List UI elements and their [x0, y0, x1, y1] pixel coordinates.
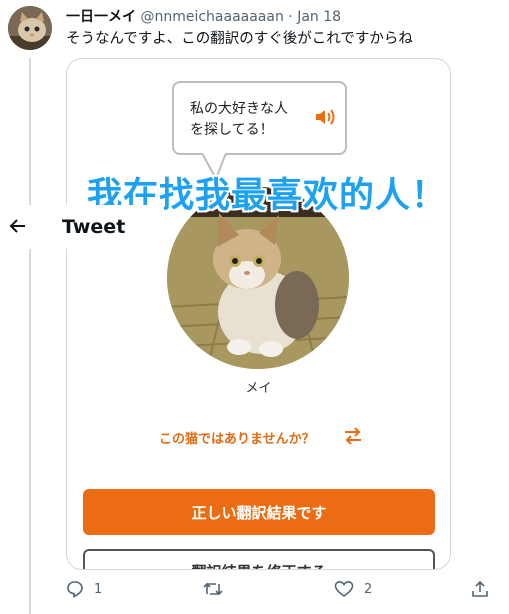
- speech-line-1: 私の大好きな人: [190, 101, 288, 117]
- tweet-text: そうなんですよ、この翻訳のすぐ後がこれですからね: [66, 31, 413, 47]
- reply-icon: [66, 580, 84, 598]
- cat-name: メイ: [245, 381, 272, 396]
- speaker-icon: [315, 108, 337, 130]
- tweet-media-image[interactable]: 私の大好きな人 を探してる！ 我在找我最喜欢的人！ メイ この猫ではありませんか…: [66, 58, 451, 570]
- avatar[interactable]: [8, 6, 52, 50]
- back-arrow-icon[interactable]: [9, 217, 27, 239]
- like-icon: [334, 580, 354, 598]
- like-count: 2: [364, 581, 373, 597]
- thread-line: [29, 58, 31, 614]
- reply-button[interactable]: 1: [66, 580, 102, 598]
- speech-text: 私の大好きな人 を探してる！: [190, 99, 315, 141]
- share-icon: [471, 580, 489, 598]
- speech-line-2: を探してる！: [190, 122, 274, 138]
- retweet-button[interactable]: [203, 580, 233, 598]
- tweet-action-bar: 1 2: [66, 580, 496, 606]
- tweet-date[interactable]: Jan 18: [297, 9, 341, 25]
- author-name[interactable]: 一日一メイ: [66, 9, 136, 25]
- author-handle[interactable]: @nnmeichaaaaaaan: [140, 9, 283, 25]
- speech-bubble: 私の大好きな人 を探してる！: [172, 81, 347, 155]
- tweet-header: 一日一メイ @nnmeichaaaaaaan · Jan 18: [66, 6, 341, 26]
- suggestion-text: この猫ではありませんか？: [159, 432, 315, 447]
- separator-dot: ·: [288, 9, 293, 25]
- retweet-icon: [203, 580, 223, 598]
- page-title: Tweet: [62, 216, 126, 238]
- correct-translation-button: 正しい翻訳結果です: [83, 489, 435, 535]
- share-button[interactable]: [471, 580, 489, 598]
- swap-arrows-icon: [343, 425, 363, 451]
- fix-translation-button: 翻訳結果を修正する: [83, 549, 435, 569]
- tweet-topbar: Tweet: [0, 205, 164, 249]
- like-button[interactable]: 2: [334, 580, 372, 598]
- reply-count: 1: [94, 581, 103, 597]
